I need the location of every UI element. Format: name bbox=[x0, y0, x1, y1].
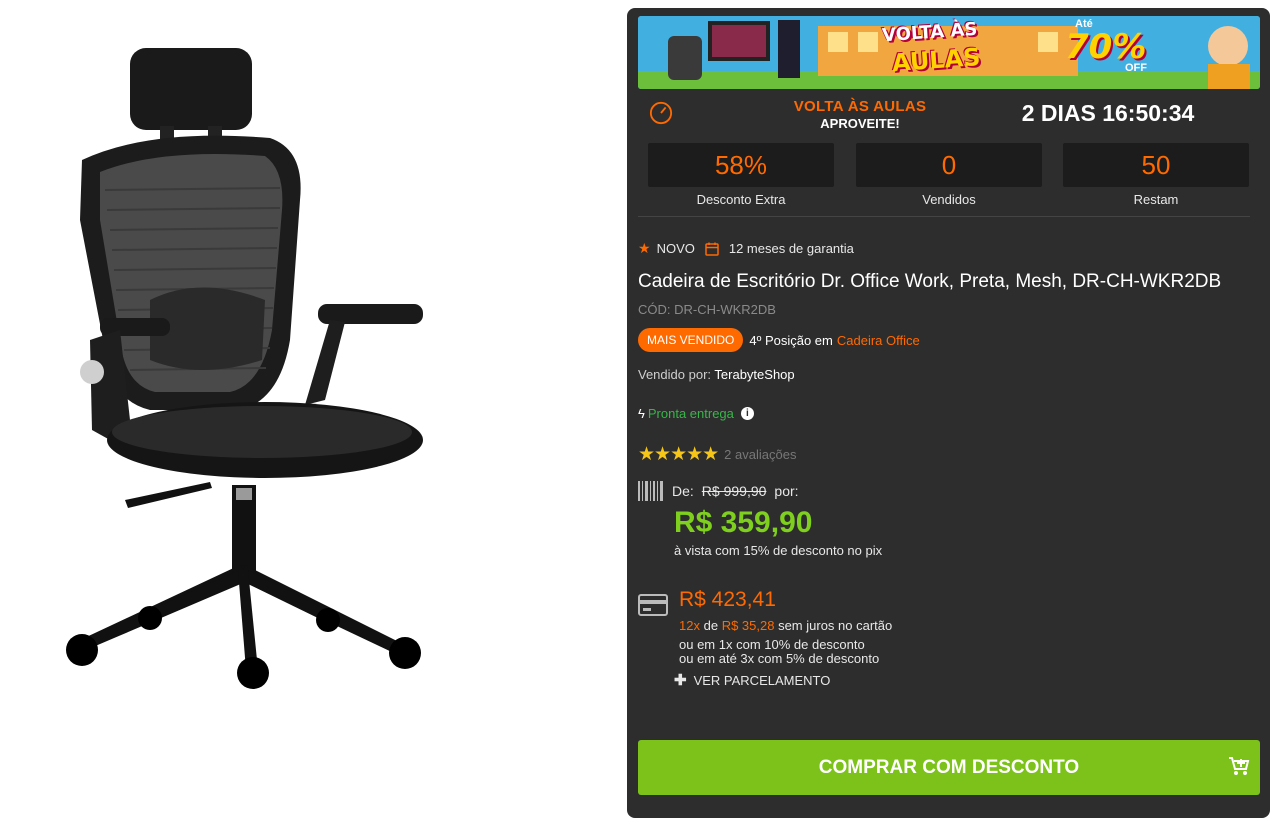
stat-label: Vendidos bbox=[922, 192, 976, 207]
countdown-timer: 2 DIAS 16:50:34 bbox=[1021, 100, 1195, 126]
de-label: De: bbox=[672, 483, 694, 499]
product-tags: ★ NOVO 12 meses de garantia bbox=[638, 240, 854, 257]
credit-card-icon bbox=[638, 594, 668, 616]
office-chair-illustration bbox=[66, 48, 423, 689]
best-seller-badge: MAIS VENDIDO bbox=[638, 328, 744, 352]
calendar-icon bbox=[705, 242, 719, 256]
promo-banner[interactable]: VOLTA ÀS AULAS Até 70% OFF bbox=[638, 16, 1260, 89]
ranking-row: MAIS VENDIDO 4º Posição em Cadeira Offic… bbox=[638, 328, 920, 352]
installment-de: de bbox=[703, 618, 719, 633]
card-price: R$ 423,41 bbox=[679, 588, 776, 611]
stat-value: 0 bbox=[856, 143, 1042, 187]
banner-off: OFF bbox=[1125, 62, 1147, 74]
availability-row: ϟ Pronta entrega i bbox=[638, 406, 754, 421]
discount-3x: ou em até 3x com 5% de desconto bbox=[679, 651, 880, 666]
seller-label: Vendido por: bbox=[638, 367, 712, 382]
stat-label: Desconto Extra bbox=[696, 192, 786, 207]
seller-name[interactable]: TerabyteShop bbox=[714, 367, 794, 382]
rating-stars-icon: ★★★★★ bbox=[638, 444, 719, 465]
availability-label: Pronta entrega bbox=[647, 406, 734, 421]
add-to-cart-icon bbox=[1229, 757, 1250, 775]
buy-button[interactable]: COMPRAR COM DESCONTO bbox=[638, 740, 1260, 795]
star-icon: ★ bbox=[638, 240, 651, 256]
discount-1x: ou em 1x com 10% de desconto bbox=[679, 637, 865, 652]
old-price-row: De: R$ 999,90 por: bbox=[638, 481, 799, 501]
info-icon[interactable]: i bbox=[740, 407, 754, 420]
product-code: CÓD: DR-CH-WKR2DB bbox=[638, 302, 776, 317]
installment-count: 12x bbox=[679, 618, 700, 633]
product-image[interactable] bbox=[0, 0, 620, 830]
installment-value: R$ 35,28 bbox=[721, 618, 775, 633]
review-count[interactable]: 2 avaliações bbox=[724, 447, 796, 462]
stat-value: 50 bbox=[1063, 143, 1249, 187]
old-price: R$ 999,90 bbox=[701, 483, 767, 499]
rank-category-link[interactable]: Cadeira Office bbox=[837, 333, 920, 348]
installment-suffix: sem juros no cartão bbox=[778, 618, 893, 633]
stat-remaining: 50 Restam bbox=[1063, 143, 1249, 207]
por-label: por: bbox=[774, 483, 799, 499]
offer-panel: VOLTA ÀS AULAS Até 70% OFF VOLTA ÀS AULA… bbox=[627, 8, 1270, 818]
stat-value: 58% bbox=[648, 143, 834, 187]
view-installments-link[interactable]: ✚ VER PARCELAMENTO bbox=[674, 671, 830, 689]
clock-icon bbox=[649, 101, 673, 125]
promo-timer-row: VOLTA ÀS AULAS APROVEITE! 2 DIAS 16:50:3… bbox=[638, 90, 1260, 140]
rank-text: 4º Posição em bbox=[749, 332, 833, 348]
warranty-label: 12 meses de garantia bbox=[728, 241, 854, 256]
pix-price: R$ 359,90 bbox=[674, 506, 813, 539]
pix-note: à vista com 15% de desconto no pix bbox=[674, 543, 883, 558]
rating-row[interactable]: ★★★★★ 2 avaliações bbox=[638, 443, 796, 466]
view-installments-label: VER PARCELAMENTO bbox=[693, 672, 831, 688]
product-title: Cadeira de Escritório Dr. Office Work, P… bbox=[638, 271, 1222, 292]
barcode-icon bbox=[638, 481, 663, 501]
stat-extra-discount: 58% Desconto Extra bbox=[648, 143, 834, 207]
seller-info: Vendido por: TerabyteShop bbox=[638, 367, 795, 382]
divider bbox=[638, 216, 1250, 217]
banner-percent: 70% bbox=[1065, 27, 1147, 67]
condition-label: NOVO bbox=[656, 241, 695, 256]
buy-button-label: COMPRAR COM DESCONTO bbox=[818, 757, 1080, 778]
plus-icon: ✚ bbox=[674, 672, 687, 689]
promo-title: VOLTA ÀS AULAS bbox=[793, 98, 927, 115]
installments-text: 12x de R$ 35,28 sem juros no cartão bbox=[679, 618, 892, 633]
stat-sold: 0 Vendidos bbox=[856, 143, 1042, 207]
promo-subtitle: APROVEITE! bbox=[820, 116, 900, 131]
stat-label: Restam bbox=[1133, 192, 1179, 207]
bolt-icon: ϟ bbox=[638, 406, 645, 421]
